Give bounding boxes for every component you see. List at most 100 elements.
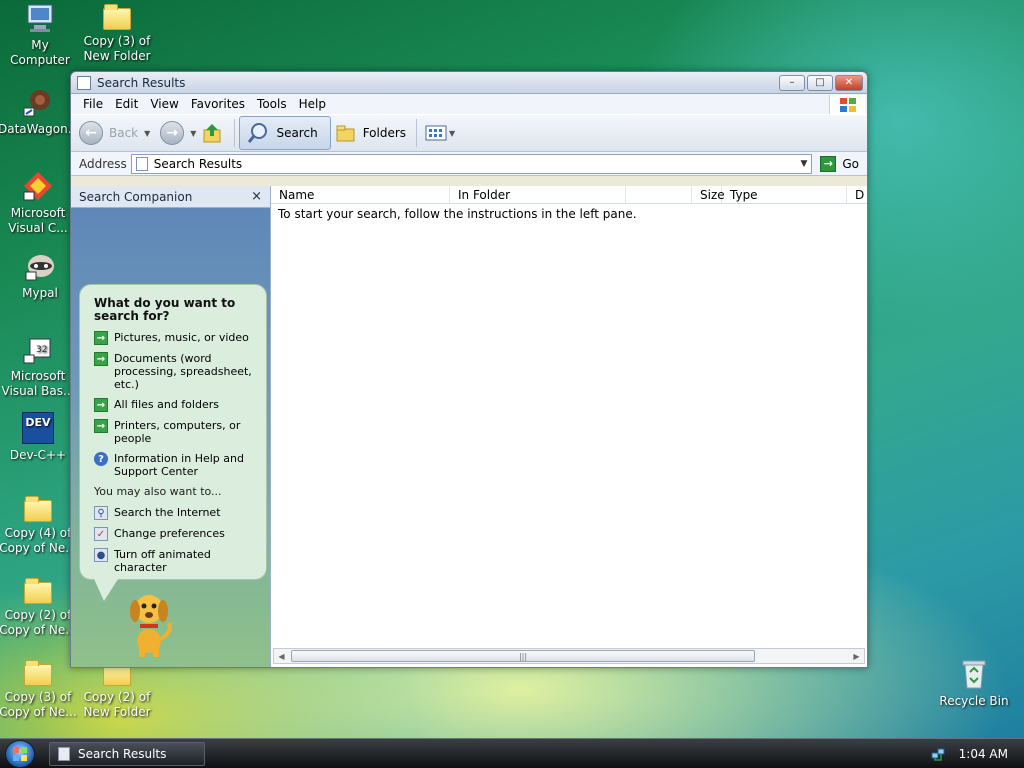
toolbar: ← Back ▼ → ▼ Search Folders ▼ [71, 114, 867, 152]
folder-icon [103, 4, 131, 30]
mypal-icon [24, 250, 56, 282]
up-folder-icon[interactable] [202, 122, 224, 144]
toolbar-separator [416, 119, 418, 147]
scrollbar-thumb[interactable]: ||| [291, 650, 755, 662]
column-spacer [626, 186, 692, 203]
close-button[interactable]: ✕ [835, 74, 863, 91]
back-arrow-icon: ← [85, 125, 97, 141]
window-titlebar[interactable]: Search Results – □ ✕ [71, 72, 867, 94]
desktop-icon-copy-2-copy-of-ne[interactable]: Copy (2) of Copy of Ne... [0, 576, 78, 638]
folder-icon [24, 578, 52, 604]
menu-edit[interactable]: Edit [109, 95, 144, 113]
windows-logo-icon [829, 95, 865, 114]
scroll-left-icon[interactable]: ◀ [274, 649, 289, 663]
system-tray: 1:04 AM [931, 739, 1008, 768]
search-question: What do you want to search for? [94, 296, 236, 323]
back-dropdown-icon[interactable]: ▼ [144, 129, 150, 138]
address-input[interactable]: Search Results ▼ [130, 153, 813, 174]
start-button[interactable] [5, 739, 35, 768]
network-icon[interactable] [931, 747, 945, 761]
desktop-icon-copy-3-new-folder[interactable]: Copy (3) of New Folder [77, 2, 157, 64]
window-app-icon [77, 75, 91, 90]
address-value: Search Results [153, 156, 243, 171]
menu-favorites[interactable]: Favorites [185, 95, 251, 113]
forward-button[interactable]: → [160, 121, 185, 145]
search-companion-title: Search Companion [79, 189, 193, 204]
clock[interactable]: 1:04 AM [959, 747, 1008, 761]
option-pictures-music-video[interactable]: → Pictures, music, or video [94, 331, 258, 345]
grip-icon: ||| [518, 651, 528, 661]
animated-character-icon: ● [94, 548, 108, 562]
address-bar: Address Search Results ▼ → Go [71, 152, 867, 176]
search-icon [246, 121, 270, 145]
forward-dropdown-icon[interactable]: ▼ [190, 129, 196, 138]
search-results-window: Search Results – □ ✕ File Edit View Favo… [70, 71, 868, 668]
preferences-checklist-icon: ✓ [94, 527, 108, 541]
address-label: Address [79, 156, 127, 171]
dev-cpp-icon: DEV [22, 412, 54, 444]
search-results-task-icon [58, 746, 70, 761]
horizontal-scrollbar[interactable]: ◀ ||| ▶ [273, 648, 865, 664]
desktop-icon-visual-basic[interactable]: 32 Microsoft Visual Bas... [0, 333, 78, 399]
desktop-icon-copy-3-copy-of-ne[interactable]: Copy (3) of Copy of Ne... [0, 658, 78, 720]
desktop-icon-recycle-bin[interactable]: Recycle Bin [934, 658, 1014, 709]
folder-icon [24, 660, 52, 686]
results-pane: Name In Folder Size Type D To start your… [270, 186, 867, 667]
help-icon: ? [94, 452, 108, 466]
views-icon [425, 125, 447, 141]
option-documents[interactable]: → Documents (word processing, spreadshee… [94, 352, 258, 391]
menu-help[interactable]: Help [293, 95, 332, 113]
column-name[interactable]: Name [271, 186, 450, 203]
also-heading: You may also want to... [94, 485, 222, 498]
views-dropdown-icon: ▼ [449, 128, 456, 138]
computer-icon [24, 2, 56, 34]
folders-button[interactable]: Folders [335, 124, 412, 142]
search-companion-pane: Search Companion × What do you want to s… [71, 186, 270, 667]
green-arrow-icon: → [94, 331, 108, 345]
search-options-bubble: What do you want to search for? → Pictur… [79, 284, 267, 601]
views-button[interactable]: ▼ [425, 125, 461, 141]
results-column-headers: Name In Folder Size Type D [271, 186, 867, 204]
column-type[interactable]: Type [722, 186, 847, 203]
desktop-icon-my-computer[interactable]: My Computer [0, 2, 80, 68]
toolbar-separator [234, 119, 236, 147]
maximize-button[interactable]: □ [807, 74, 833, 91]
search-companion-header: Search Companion × [71, 186, 270, 208]
desktop-icon-copy-4-copy-of-ne[interactable]: Copy (4) of Copy of Ne... [0, 494, 78, 556]
datawagon-icon [22, 86, 54, 118]
taskbar: Search Results 1:04 AM [0, 738, 1024, 768]
desktop-icon-dev-cpp[interactable]: DEV Dev-C++ [0, 412, 78, 463]
column-size[interactable]: Size [692, 186, 725, 203]
menu-file[interactable]: File [77, 95, 109, 113]
dog-character-icon[interactable] [121, 589, 177, 657]
desktop-icon-visual-c[interactable]: Microsoft Visual C... [0, 170, 78, 236]
go-arrow-icon: → [820, 155, 837, 172]
desktop-icon-mypal[interactable]: Mypal [0, 250, 80, 301]
option-turn-off-animated-character[interactable]: ● Turn off animated character [94, 548, 258, 574]
option-search-internet[interactable]: ⚲ Search the Internet [94, 506, 258, 520]
green-arrow-icon: → [94, 352, 108, 366]
column-date[interactable]: D [847, 186, 867, 203]
taskbar-item-search-results[interactable]: Search Results [49, 741, 205, 766]
go-button[interactable]: → Go [812, 155, 867, 172]
window-content: Search Companion × What do you want to s… [71, 186, 867, 667]
minimize-button[interactable]: – [779, 74, 805, 91]
windows-logo-icon [13, 746, 27, 761]
back-button[interactable]: ← [79, 121, 103, 145]
option-help-and-support[interactable]: ? Information in Help and Support Center [94, 452, 258, 478]
forward-arrow-icon: → [166, 125, 179, 141]
menu-view[interactable]: View [144, 95, 184, 113]
address-page-icon [135, 156, 148, 171]
search-button[interactable]: Search [239, 116, 331, 150]
address-dropdown-icon[interactable]: ▼ [800, 159, 807, 169]
search-companion-close-button[interactable]: × [251, 189, 262, 204]
column-in-folder[interactable]: In Folder [450, 186, 626, 203]
scroll-right-icon[interactable]: ▶ [849, 649, 864, 663]
option-change-preferences[interactable]: ✓ Change preferences [94, 527, 258, 541]
menu-tools[interactable]: Tools [251, 95, 293, 113]
desktop-icon-datawagon[interactable]: DataWagon... [0, 86, 79, 137]
option-all-files-folders[interactable]: → All files and folders [94, 398, 258, 412]
option-printers-computers-people[interactable]: → Printers, computers, or people [94, 419, 258, 445]
visual-c-icon [22, 170, 54, 202]
visual-basic-icon: 32 [22, 333, 54, 365]
